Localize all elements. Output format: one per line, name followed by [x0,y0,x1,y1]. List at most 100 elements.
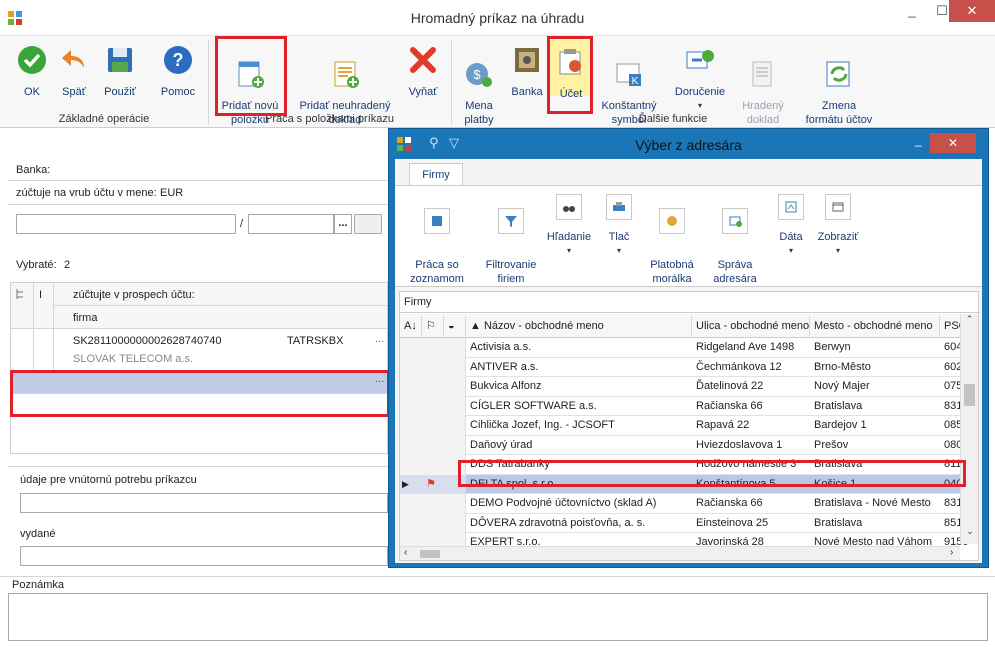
firm-row[interactable]: DEMO Podvojné účtovníctvo (sklad A) Račia… [400,494,975,514]
dialog-ribbon: Práca so zoznamom Filtrovanie firiem Hľa… [395,185,982,287]
cell-street: Račianska 66 [696,399,763,412]
internal-input[interactable] [20,493,388,513]
save-disk-icon [108,48,132,72]
data-button[interactable]: Dáta ▾ [771,194,811,258]
row1-firm[interactable]: SLOVAK TELECOM a.s. [73,353,193,365]
account-input[interactable] [16,214,236,234]
firms-grid-panel: Firmy A↓ ⚐ ◒ ▲ Názov - obchodné meno Uli… [399,291,979,561]
bank-code-input[interactable] [248,214,334,234]
refresh-format-icon [826,61,850,87]
document-add-icon [334,61,359,88]
delivery-button[interactable]: Doručenie ▾ [670,44,730,113]
add-unpaid-doc-button[interactable]: Pridať neuhradený doklad [295,44,395,141]
hscroll-thumb[interactable] [420,550,440,558]
cell-city: Nové Mesto nad Váhom [814,536,933,546]
paid-doc-button: Hradený doklad [736,44,790,141]
work-list-button[interactable]: Práca so zoznamom [395,194,479,300]
change-account-format-button[interactable]: Zmena formátu účtov [798,44,880,141]
search-button[interactable]: Hľadanie ▾ [541,194,597,258]
slash-separator: / [240,218,244,230]
row1-account[interactable]: SK2811000000002628740740 [73,335,221,347]
funnel-icon [498,208,524,234]
cell-city: Berwyn [814,341,851,353]
col-i-header: I [39,289,43,301]
use-button[interactable]: Použiť [98,44,142,99]
dialog-close-button[interactable]: ✕ [930,133,976,153]
extra-button[interactable] [354,214,382,234]
delivery-dropdown-icon: ▾ [697,101,702,110]
firm-row[interactable]: Daňový úrad Hviezdoslavova 1 Prešov 0800 [400,435,975,455]
col-credit-header: zúčtujte v prospech účtu: [73,289,195,301]
address-book-dialog: ⚲ ▽ Výber z adresára _ ✕ Firmy Práca so … [388,128,989,568]
cell-street: Račianska 66 [696,497,763,509]
svg-text:K: K [632,76,639,87]
selected-count: 2 [64,259,71,271]
col-name-header[interactable]: ▲ Názov - obchodné meno [466,316,692,336]
manage-addresses-button[interactable]: Správa adresára [703,194,767,300]
dialog-minimize-button[interactable]: _ [915,133,922,147]
dialog-body: Firmy Práca so zoznamom Filtrovanie firi… [395,159,982,563]
cell-street: Ridgeland Ave 1498 [696,341,795,353]
cell-city: Bratislava [814,516,863,529]
row-indicator-cell [400,513,466,533]
firm-row[interactable]: EXPERT s.r.o. Javorinská 28 Nové Mesto nad… [400,533,975,546]
scroll-left-icon[interactable]: ‹ [404,547,407,558]
row-indicator-cell [400,533,466,546]
selected-label: Vybraté: [16,259,57,271]
delivery-icon [686,50,714,69]
current-row-arrow-icon: ▶ [402,478,409,489]
scroll-down-icon[interactable]: ⌄ [961,526,979,537]
minimize-button[interactable]: _ [897,0,927,22]
binoculars-icon [556,194,582,220]
payment-currency-button[interactable]: $ Mena platby [458,44,500,141]
svg-text:?: ? [173,50,184,70]
svg-text:$: $ [473,67,481,82]
bank-button[interactable]: Banka [506,44,548,99]
sort-az-icon[interactable]: A↓ [400,316,422,336]
close-button[interactable]: ✕ [949,0,995,22]
firm-row[interactable]: CÍGLER SOFTWARE a.s. Račianska 66 Bratisla… [400,396,975,416]
firm-row[interactable]: Activisia a.s. Ridgeland Ave 1498 Berwyn 60… [400,338,975,358]
status-header-icon: ◒ [444,316,466,336]
note-textarea[interactable] [8,593,988,641]
view-button[interactable]: Zobraziť ▾ [813,194,863,258]
cell-street: Rapavá 22 [696,419,750,431]
firm-row[interactable]: DÔVERA zdravotná poisťovňa, a. s. Einstei… [400,513,975,533]
col-street-header[interactable]: Ulica - obchodné meno [692,316,810,336]
scroll-thumb[interactable] [964,384,975,406]
constant-symbol-icon: K [616,63,641,87]
firm-row[interactable]: Cihlička Jozef, Ing. - JCSOFT Rapavá 22 Ba… [400,416,975,436]
safe-icon [515,48,539,72]
row-indicator-cell [400,435,466,455]
vertical-scrollbar[interactable]: ⌃ ⌄ [960,314,978,544]
filter-firms-button[interactable]: Filtrovanie firiem [481,194,541,300]
scroll-up-icon[interactable]: ⌃ [961,314,978,325]
remove-button[interactable]: Vyňať [402,44,444,99]
print-button[interactable]: Tlač ▾ [599,194,639,258]
row1-ellipsis[interactable]: ... [375,333,384,345]
row-indicator-cell [400,377,466,397]
view-icon [825,194,851,220]
row1-bank[interactable]: TATRSKBX [287,335,343,347]
back-button[interactable]: Späť [54,44,94,99]
tab-firms[interactable]: Firmy [409,163,463,185]
cell-name: Bukvica Alfonz [470,380,542,392]
cell-name: Daňový úrad [470,438,533,451]
issued-input[interactable] [20,546,388,566]
data-icon [778,194,804,220]
firm-row[interactable]: ANTIVER a.s. Čechmánkova 12 Brno-Město 6020 [400,357,975,377]
scroll-right-icon[interactable]: › [950,547,953,558]
cell-name: ANTIVER a.s. [470,360,539,373]
ok-button[interactable]: OK [12,44,52,99]
horizontal-scrollbar[interactable]: ‹ › [400,546,960,560]
cell-city: Prešov [814,438,849,451]
payment-morality-button[interactable]: Platobná morálka [641,194,703,300]
col-city-header[interactable]: Mesto - obchodné meno [810,316,940,336]
window-title: Hromadný príkaz na úhradu [410,10,585,26]
tree-icon [15,288,27,300]
help-button[interactable]: ? Pomoc [156,44,200,99]
constant-symbol-button[interactable]: K Konštantný symbol [598,44,660,141]
grid-tab-firms[interactable]: Firmy [404,296,432,308]
firm-row[interactable]: Bukvica Alfonz Ďatelinová 22 Nový Majer 075… [400,377,975,397]
bank-lookup-button[interactable]: ... [334,214,352,234]
